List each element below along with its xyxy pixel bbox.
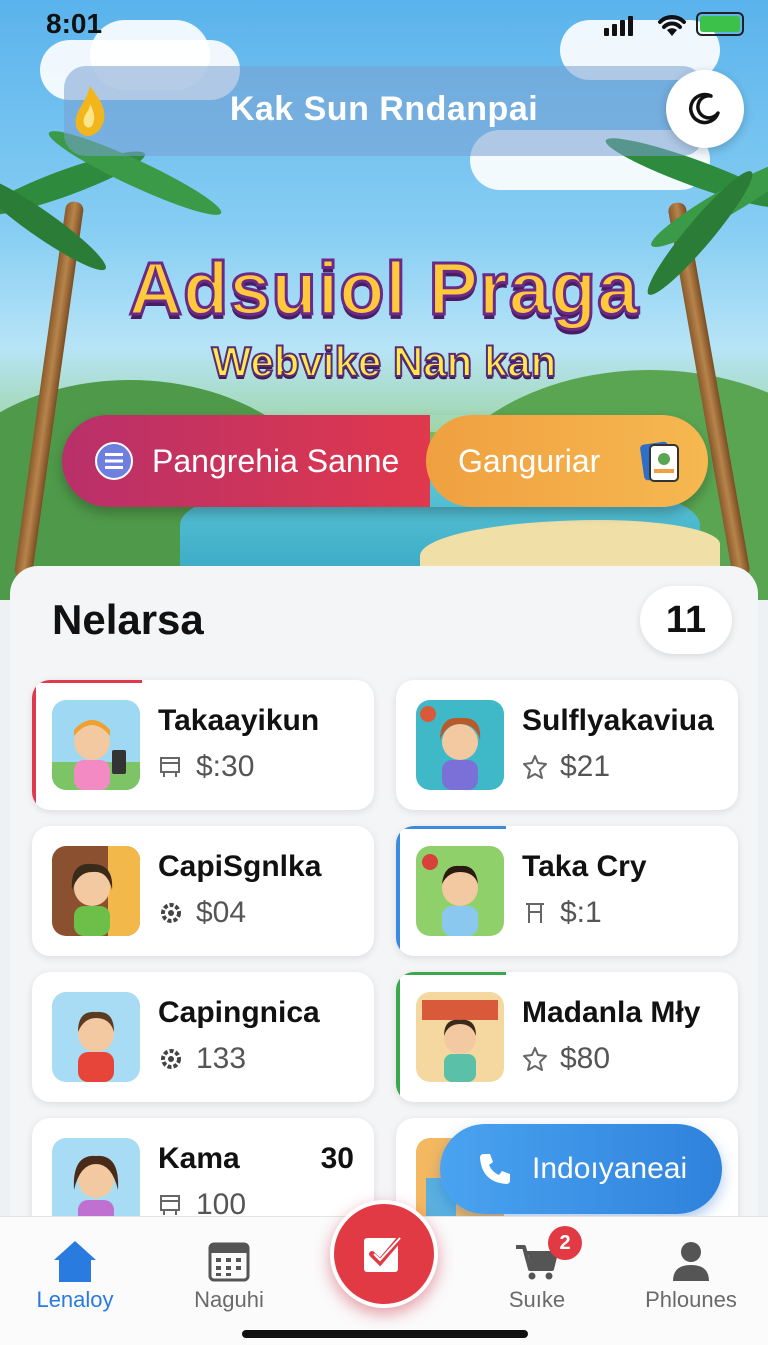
- calendar-icon: [208, 1242, 250, 1282]
- contact-meta: $21: [560, 750, 611, 783]
- contact-name: Takaayikun: [158, 704, 320, 737]
- edit-check-icon: [364, 1233, 405, 1272]
- segment-right-label: Ganguriar: [458, 442, 601, 479]
- card-icon: [640, 441, 680, 482]
- contact-meta: $80: [560, 1042, 611, 1075]
- contact-card[interactable]: Takaayikun $:30: [32, 680, 374, 810]
- contact-card[interactable]: CapiSgnlka $04: [32, 826, 374, 956]
- section-title: Nelarsa: [52, 596, 204, 643]
- gear-icon: [161, 903, 181, 923]
- tab-calendar[interactable]: Naguhi: [164, 1235, 294, 1313]
- hero-subline: Webvike Nan kan: [211, 337, 558, 386]
- hero-headline: Adsuiol Praga: [127, 246, 640, 332]
- avatar: [52, 700, 140, 790]
- phone-icon: [480, 1154, 510, 1184]
- contact-meta: $04: [196, 896, 247, 929]
- app-title: Kak Sun Rndanpai: [229, 90, 539, 128]
- cart-badge: 2: [548, 1226, 582, 1260]
- contact-card[interactable]: Madanla Mły $80: [396, 972, 738, 1102]
- home-icon: [54, 1241, 96, 1282]
- cart-icon: [526, 903, 544, 923]
- gear-icon: [161, 1049, 181, 1069]
- star-icon: [523, 1047, 547, 1071]
- contact-name: Kama: [158, 1142, 240, 1175]
- contact-name: Madanla Mły: [522, 996, 701, 1029]
- status-bar: 8:01: [0, 0, 768, 50]
- tab-home[interactable]: Lenaloy: [10, 1235, 140, 1313]
- avatar: [52, 1138, 140, 1228]
- tab-profile-label: Phlounes: [645, 1287, 737, 1312]
- tab-cart[interactable]: Suıke: [472, 1235, 602, 1313]
- contact-name: Capingnica: [158, 996, 320, 1029]
- contact-meta: $:1: [560, 896, 602, 929]
- cart-icon: [160, 757, 180, 777]
- tab-home-label: Lenaloy: [36, 1287, 114, 1312]
- contact-card[interactable]: Taka Cry $:1: [396, 826, 738, 956]
- call-button[interactable]: Indoıyaneai: [440, 1124, 722, 1214]
- segment-right-button[interactable]: Ganguriar: [426, 415, 708, 507]
- signal-icon: [604, 16, 633, 36]
- wifi-icon: [658, 15, 686, 36]
- contact-name: CapiSgnlka: [158, 850, 322, 883]
- home-indicator: [242, 1330, 528, 1338]
- cart-icon: [160, 1195, 180, 1215]
- status-time: 8:01: [46, 8, 103, 39]
- avatar: [416, 700, 504, 790]
- moon-icon: [689, 92, 720, 125]
- call-button-label: Indoıyaneai: [532, 1152, 688, 1185]
- avatar: [416, 992, 504, 1082]
- theme-toggle-button[interactable]: [666, 70, 744, 148]
- avatar: [416, 846, 504, 936]
- contact-meta: 133: [196, 1042, 247, 1075]
- avatar: [52, 846, 140, 936]
- contact-meta: $:30: [196, 750, 255, 783]
- tab-cart-label: Suıke: [508, 1287, 566, 1312]
- contact-card[interactable]: Capingnica 133: [32, 972, 374, 1102]
- segment-left-label: Pangrehia Sanne: [152, 442, 400, 479]
- segment-control: Pangrehia Sanne Ganguriar: [62, 415, 708, 507]
- tab-profile[interactable]: Phlounes: [626, 1235, 756, 1313]
- contact-extra: 30: [320, 1142, 354, 1175]
- app-header: Kak Sun Rndanpai: [64, 66, 704, 156]
- avatar: [52, 992, 140, 1082]
- tab-calendar-label: Naguhi: [194, 1287, 264, 1312]
- list-icon: [95, 442, 133, 480]
- contact-card[interactable]: Sulflyakaviua $21: [396, 680, 738, 810]
- compose-fab-button[interactable]: [330, 1200, 438, 1308]
- contact-name: Sulflyakaviua: [522, 704, 714, 737]
- segment-left-button[interactable]: Pangrehia Sanne: [62, 415, 430, 507]
- contact-name: Taka Cry: [522, 850, 647, 883]
- section-count-badge: 11: [640, 586, 732, 654]
- profile-icon: [673, 1242, 709, 1281]
- star-icon: [523, 755, 547, 779]
- battery-icon: [696, 12, 744, 36]
